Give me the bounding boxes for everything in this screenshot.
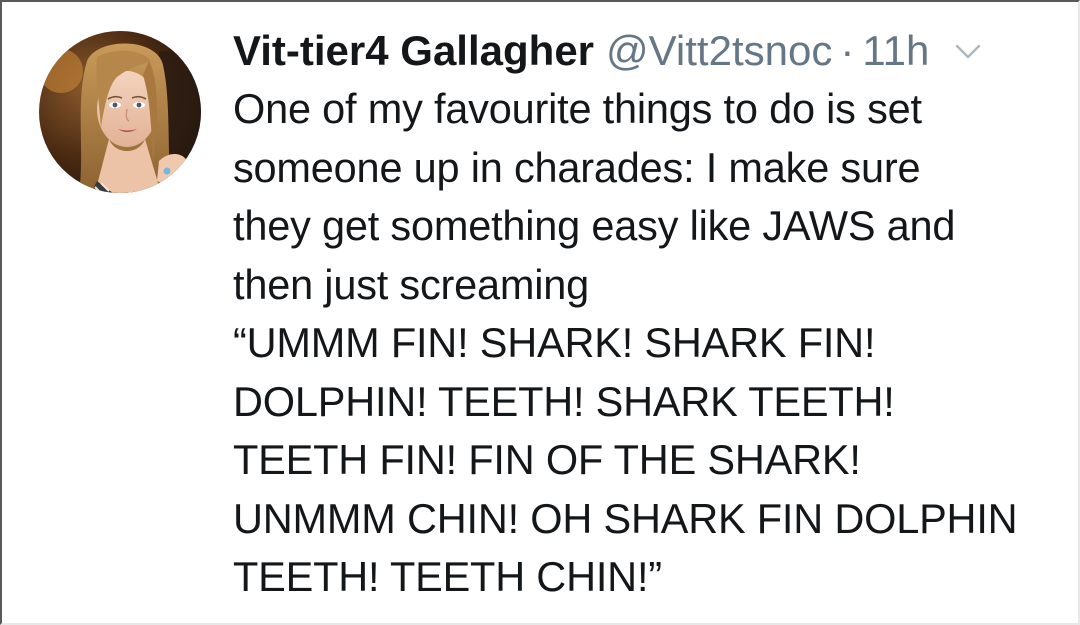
tweet-body-text: One of my favourite things to do is set …	[233, 85, 1018, 600]
avatar[interactable]	[39, 31, 201, 193]
timestamp[interactable]: 11h	[862, 22, 929, 80]
author-display-name[interactable]: Vit-tier4 Gallagher	[233, 22, 594, 80]
avatar-photo	[39, 31, 201, 193]
author-handle[interactable]: @Vitt2tsnoc	[606, 22, 832, 80]
tweet-menu-button[interactable]	[951, 34, 985, 68]
separator-dot: ·	[840, 27, 855, 74]
tweet-content: Vit-tier4 Gallagher @Vitt2tsnoc · 11h On…	[233, 22, 1063, 607]
tweet-card: Vit-tier4 Gallagher @Vitt2tsnoc · 11h On…	[0, 0, 1080, 625]
chevron-down-icon	[956, 44, 981, 59]
tweet-header: Vit-tier4 Gallagher @Vitt2tsnoc · 11h	[233, 22, 1063, 80]
